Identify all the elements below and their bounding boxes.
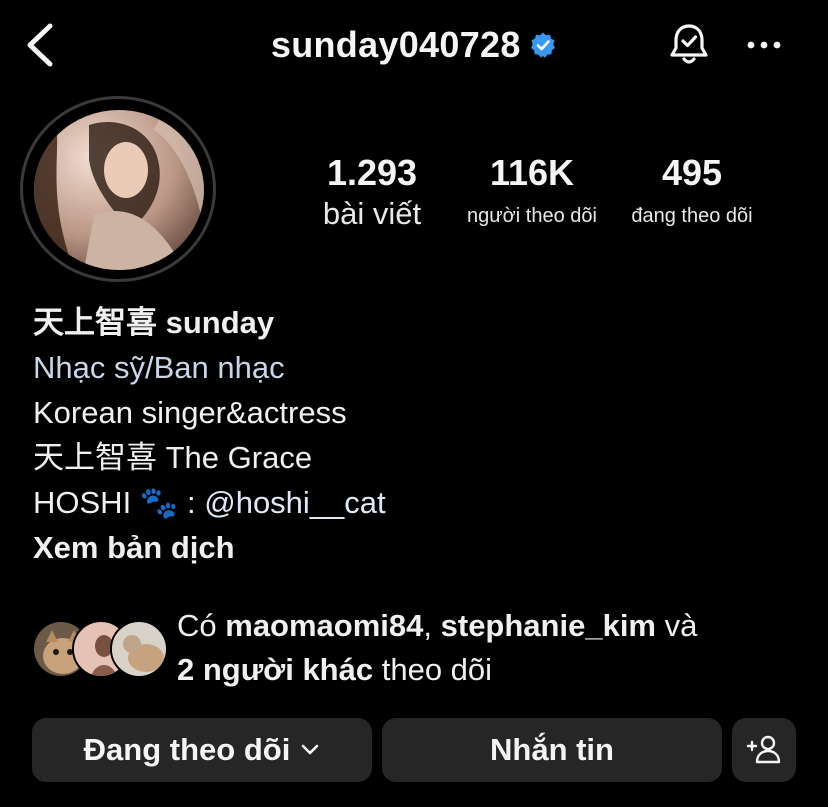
add-person-icon xyxy=(746,735,781,764)
others-link[interactable]: 2 người khác xyxy=(177,652,373,687)
following-label: đang theo dõi xyxy=(631,205,753,227)
posts-label: bài viết xyxy=(322,196,422,231)
profile-bio: 天上智喜 sunday Nhạc sỹ/Ban nhạc Korean sing… xyxy=(33,300,813,570)
following-value: 495 xyxy=(661,152,723,193)
username-title: sunday040728 xyxy=(270,24,521,65)
see-translation-link[interactable]: Xem bản dịch xyxy=(33,525,813,570)
bio-line: 天上智喜 The Grace xyxy=(33,440,313,475)
bio-line-mention: HOSHI 🐾 : @hoshi__cat xyxy=(33,480,813,525)
bell-check-icon[interactable] xyxy=(664,20,714,70)
mutual-avatar xyxy=(110,620,168,678)
mutual-user-link[interactable]: stephanie_kim xyxy=(441,608,656,643)
category-label: Nhạc sỹ/Ban nhạc xyxy=(33,350,285,385)
followers-count[interactable]: 116K người theo dõi xyxy=(456,152,608,238)
following-button[interactable]: Đang theo dõi xyxy=(32,718,372,782)
avatar-photo xyxy=(34,110,204,270)
display-name: 天上智喜 sunday xyxy=(33,305,275,340)
message-button[interactable]: Nhắn tin xyxy=(382,718,722,782)
mention-link[interactable]: @hoshi__cat xyxy=(204,485,385,520)
posts-count[interactable]: 1.293 bài viết xyxy=(302,152,442,234)
mutual-user-link[interactable]: maomaomi84 xyxy=(225,608,423,643)
message-button-label: Nhắn tin xyxy=(490,732,614,767)
following-button-label: Đang theo dõi xyxy=(83,732,291,767)
conjunction: và xyxy=(656,608,698,643)
bio-text: HOSHI 🐾 : xyxy=(33,485,205,520)
bio-line: Korean singer&actress xyxy=(33,395,347,430)
verified-badge-icon xyxy=(531,32,556,58)
followed-by-prefix: Có xyxy=(177,608,226,643)
chevron-down-icon xyxy=(302,744,319,755)
mutual-followers-avatars[interactable] xyxy=(32,620,172,680)
followers-label: người theo dõi xyxy=(467,205,597,227)
separator: , xyxy=(423,608,441,643)
suggest-people-button[interactable] xyxy=(732,718,796,782)
posts-value: 1.293 xyxy=(326,152,418,193)
profile-avatar[interactable] xyxy=(34,110,204,270)
followed-by-text[interactable]: Có maomaomi84, stephanie_kim và 2 người … xyxy=(177,604,807,692)
followed-by-suffix: theo dõi xyxy=(373,652,493,687)
followers-value: 116K xyxy=(489,152,575,193)
following-count[interactable]: 495 đang theo dõi xyxy=(612,152,772,238)
top-bar: sunday040728 xyxy=(0,0,828,92)
more-horizontal-icon[interactable] xyxy=(744,28,784,62)
